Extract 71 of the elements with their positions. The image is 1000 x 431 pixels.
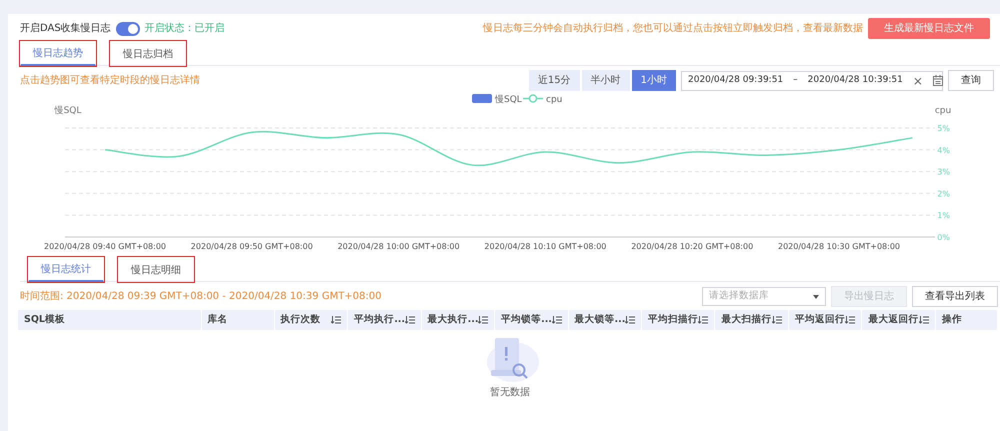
axis-tick-label: 4% (937, 146, 950, 155)
axis-tick-label: 0% (937, 233, 950, 242)
axis-tick-label: 2020/04/28 10:00 GMT+08:00 (338, 242, 460, 251)
axis-tick-label: 2020/04/28 10:10 GMT+08:00 (484, 242, 606, 251)
axis-tick-label: 2020/04/28 09:50 GMT+08:00 (190, 242, 313, 251)
range-button[interactable]: 1小时 (632, 70, 676, 91)
sort-icon[interactable] (625, 316, 635, 324)
legend-swatch[interactable] (472, 94, 492, 103)
collect-status: 开启状态：已开启 (144, 22, 225, 36)
range-button[interactable]: 近15分 (528, 70, 580, 91)
axis-tick-label: 2020/04/28 09:40 GMT+08:00 (44, 242, 166, 251)
tab[interactable]: 慢日志趋势 (20, 41, 96, 66)
tab[interactable]: 慢日志归档 (110, 41, 186, 66)
export-list-button[interactable]: 查看导出列表 (912, 286, 998, 307)
sort-icon[interactable] (552, 316, 562, 324)
archive-note: 慢日志每三分钟会自动执行归档，您也可以通过点击按钮立即触发归档，查看最新数据 (483, 22, 863, 36)
collect-label: 开启DAS收集慢日志 (20, 22, 111, 36)
column-label: 最大扫描行 (721, 313, 772, 327)
column-label: 执行次数 (280, 313, 321, 327)
sort-icon[interactable] (331, 316, 342, 324)
axis-tick-label: 2020/04/28 10:30 GMT+08:00 (778, 242, 900, 251)
sort-icon[interactable] (478, 316, 488, 324)
sort-icon[interactable] (772, 316, 782, 324)
column-label: 平均锁等... (501, 313, 552, 327)
sort-icon[interactable] (698, 316, 708, 324)
column-header[interactable]: 最大锁等... (568, 310, 642, 330)
column-label: 平均扫描行 (648, 313, 698, 327)
range-separator: – (793, 74, 798, 87)
axis-tick-label: 2020/04/28 10:20 GMT+08:00 (631, 242, 754, 251)
sort-icon[interactable] (405, 316, 415, 324)
sort-icon[interactable] (918, 316, 929, 324)
column-header: 操作 (935, 310, 998, 330)
end-date: 2020/04/28 10:39:51 (808, 74, 903, 87)
time-range: 时间范围: 2020/04/28 09:39 GMT+08:00 - 2020/04/28 10:39 GMT+08:00 (20, 290, 382, 304)
column-header[interactable]: 平均返回行 (788, 310, 862, 330)
empty-text: 暂无数据 (490, 386, 530, 400)
column-label: 最大返回行 (868, 313, 918, 327)
range-button[interactable]: 半小时 (582, 70, 630, 91)
start-date: 2020/04/28 09:39:51 (688, 74, 784, 87)
select-placeholder: 请选择数据库 (709, 289, 769, 304)
left-axis-title: 慢SQL (54, 106, 82, 116)
legend-label[interactable]: 慢SQL (495, 95, 522, 105)
column-header[interactable]: 平均扫描行 (642, 310, 715, 330)
caret-icon (813, 294, 819, 298)
collect-toggle[interactable] (116, 22, 140, 36)
column-header[interactable]: 平均执行... (348, 310, 422, 330)
column-label: 最大锁等... (574, 313, 626, 327)
clear-button[interactable]: × (912, 72, 923, 90)
legend-label[interactable]: cpu (546, 95, 562, 105)
calendar-icon[interactable] (932, 75, 943, 86)
trend-hint: 点击趋势图可查看特定时段的慢日志详情 (20, 74, 200, 88)
tab[interactable]: 慢日志统计 (28, 257, 104, 282)
date-range-field[interactable]: 2020/04/28 09:39:51 – 2020/04/28 10:39:51 × (681, 70, 943, 90)
column-label: 平均执行... (354, 313, 406, 327)
column-header[interactable]: 最大扫描行 (714, 310, 788, 330)
query-button[interactable]: 查询 (948, 70, 994, 91)
column-header[interactable]: 最大返回行 (862, 310, 936, 330)
tab[interactable]: 慢日志明细 (118, 257, 194, 282)
column-header[interactable]: 最大执行... (421, 310, 495, 330)
axis-tick-label: 1% (937, 211, 950, 220)
axis-tick-label: 3% (937, 168, 950, 177)
axis-tick-label: 2% (937, 189, 950, 198)
right-axis-title: cpu (934, 106, 952, 116)
column-header: SQL模板 (18, 310, 202, 330)
sort-icon[interactable] (845, 316, 856, 324)
axis-tick-label: 5% (937, 124, 950, 133)
column-label: 最大执行... (428, 313, 478, 327)
column-header[interactable]: 平均锁等... (494, 310, 568, 330)
column-header: 库名 (201, 310, 274, 330)
column-header[interactable]: 执行次数 (274, 310, 348, 330)
column-label: 平均返回行 (794, 313, 845, 327)
